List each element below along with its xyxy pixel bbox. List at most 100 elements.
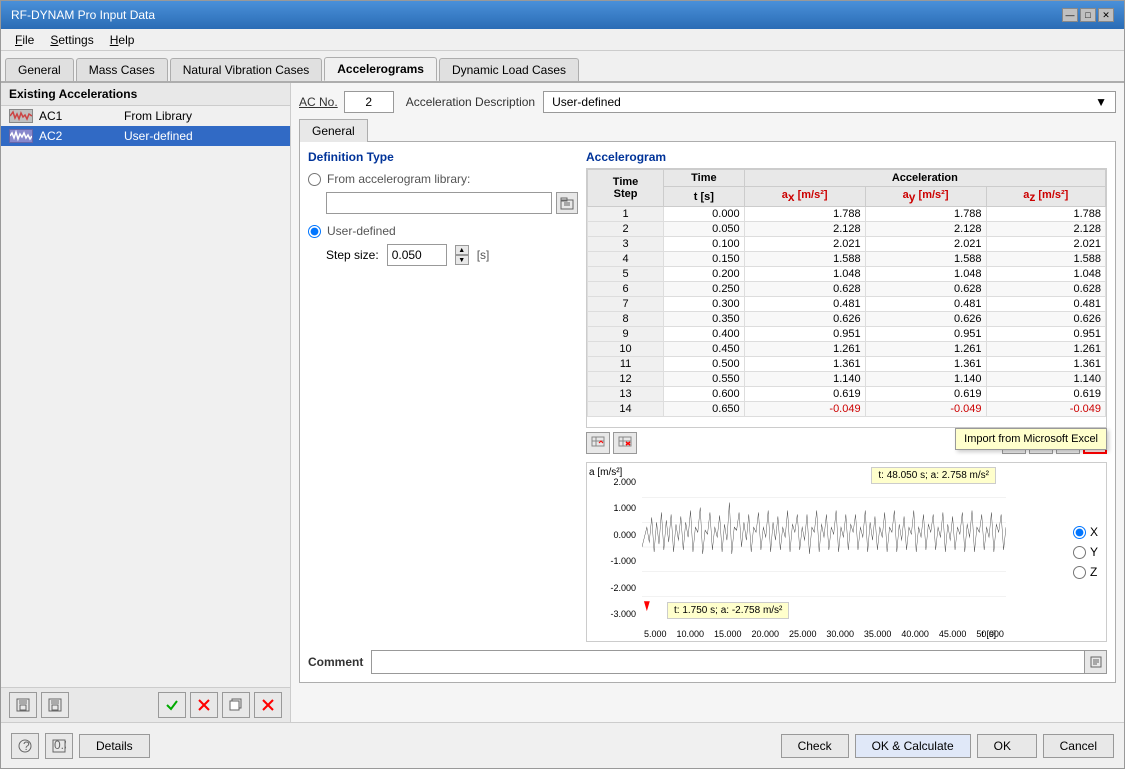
accelerogram-title: Accelerogram: [586, 150, 1107, 164]
spin-up-button[interactable]: ▲: [455, 245, 469, 255]
step-unit: [s]: [477, 248, 490, 262]
table-row[interactable]: 12 0.550 1.140 1.140 1.140: [588, 372, 1106, 387]
browse-button[interactable]: [556, 192, 578, 214]
table-row[interactable]: 9 0.400 0.951 0.951 0.951: [588, 327, 1106, 342]
cell-time: 0.600: [664, 387, 745, 402]
cell-ax: 1.788: [744, 207, 865, 222]
x-tick-2: 10.000: [676, 629, 704, 639]
delete-button[interactable]: [190, 692, 218, 718]
col-time-unit: t [s]: [664, 187, 745, 207]
comment-label: Comment: [308, 655, 363, 669]
ok-calc-button[interactable]: OK & Calculate: [855, 734, 971, 758]
cell-ay: 0.951: [865, 327, 986, 342]
minimize-button[interactable]: —: [1062, 8, 1078, 22]
cancel-button[interactable]: Cancel: [1043, 734, 1114, 758]
cell-time: 0.200: [664, 267, 745, 282]
cell-ax: 2.021: [744, 237, 865, 252]
definition-type-title: Definition Type: [308, 150, 578, 164]
table-row[interactable]: 3 0.100 2.021 2.021 2.021: [588, 237, 1106, 252]
y-radio[interactable]: [1073, 546, 1086, 559]
delete-red-button[interactable]: [254, 692, 282, 718]
x-tick-1: 5.000: [644, 629, 667, 639]
cell-az: -0.049: [986, 402, 1105, 417]
cell-ax: 2.128: [744, 222, 865, 237]
table-row[interactable]: 4 0.150 1.588 1.588 1.588: [588, 252, 1106, 267]
z-radio-row: Z: [1073, 565, 1098, 579]
table-row[interactable]: 8 0.350 0.626 0.626 0.626: [588, 312, 1106, 327]
ac-item-ac1[interactable]: AC1 From Library: [1, 106, 290, 126]
step-size-input[interactable]: [387, 244, 447, 266]
chart-svg: [642, 473, 1006, 621]
menu-file[interactable]: File: [7, 31, 42, 49]
cell-time: 0.500: [664, 357, 745, 372]
tab-dynamic-load[interactable]: Dynamic Load Cases: [439, 58, 579, 81]
user-defined-radio[interactable]: [308, 225, 321, 238]
cell-ax: 1.588: [744, 252, 865, 267]
table-row[interactable]: 13 0.600 0.619 0.619 0.619: [588, 387, 1106, 402]
z-radio[interactable]: [1073, 566, 1086, 579]
table-row[interactable]: 2 0.050 2.128 2.128 2.128: [588, 222, 1106, 237]
tab-general[interactable]: General: [5, 58, 74, 81]
cell-ax: 1.361: [744, 357, 865, 372]
cell-step: 1: [588, 207, 664, 222]
general-inner-tab[interactable]: General: [299, 119, 368, 142]
cell-time: 0.400: [664, 327, 745, 342]
table-row[interactable]: 6 0.250 0.628 0.628 0.628: [588, 282, 1106, 297]
menu-settings[interactable]: Settings: [42, 31, 101, 49]
cell-step: 7: [588, 297, 664, 312]
tab-accelerograms[interactable]: Accelerograms: [324, 57, 437, 81]
library-radio[interactable]: [308, 173, 321, 186]
help-button[interactable]: ?: [11, 733, 39, 759]
ok-button[interactable]: OK: [977, 734, 1037, 758]
y-radio-row: Y: [1073, 545, 1098, 559]
copy-button[interactable]: [222, 692, 250, 718]
cell-az: 0.619: [986, 387, 1105, 402]
bottom-bar: ? 0.0 Details Check OK & Calculate OK Ca…: [1, 722, 1124, 768]
cell-time: 0.450: [664, 342, 745, 357]
table-row[interactable]: 11 0.500 1.361 1.361 1.361: [588, 357, 1106, 372]
close-button[interactable]: ✕: [1098, 8, 1114, 22]
comment-pick-button[interactable]: [1084, 651, 1106, 673]
ac-no-row: AC No. 2 Acceleration Description User-d…: [299, 91, 1116, 113]
table-row[interactable]: 1 0.000 1.788 1.788 1.788: [588, 207, 1106, 222]
save-button[interactable]: [41, 692, 69, 718]
table-row[interactable]: 10 0.450 1.261 1.261 1.261: [588, 342, 1106, 357]
tab-natural-vibration[interactable]: Natural Vibration Cases: [170, 58, 323, 81]
details-button[interactable]: Details: [79, 734, 150, 758]
units-button[interactable]: 0.0: [45, 733, 73, 759]
x-tick-3: 15.000: [714, 629, 742, 639]
cell-ay: 0.628: [865, 282, 986, 297]
x-tick-6: 30.000: [826, 629, 854, 639]
cell-az: 0.951: [986, 327, 1105, 342]
cell-time: 0.100: [664, 237, 745, 252]
cell-ay: 1.361: [865, 357, 986, 372]
x-tick-4: 20.000: [751, 629, 779, 639]
col-az: az [m/s²]: [986, 187, 1105, 207]
save-all-button[interactable]: [9, 692, 37, 718]
table-row[interactable]: 5 0.200 1.048 1.048 1.048: [588, 267, 1106, 282]
table-delete-row-button[interactable]: [613, 432, 637, 454]
description-value[interactable]: User-defined ▼: [543, 91, 1116, 113]
cell-az: 0.628: [986, 282, 1105, 297]
step-spin-buttons: ▲ ▼: [455, 245, 469, 265]
menu-help[interactable]: Help: [102, 31, 143, 49]
table-add-row-button[interactable]: [586, 432, 610, 454]
check-button[interactable]: [158, 692, 186, 718]
user-defined-radio-row: User-defined: [308, 224, 578, 238]
spin-down-button[interactable]: ▼: [455, 255, 469, 265]
comment-input[interactable]: [372, 653, 1084, 671]
svg-text:0.0: 0.0: [54, 739, 66, 752]
table-row[interactable]: 14 0.650 -0.049 -0.049 -0.049: [588, 402, 1106, 417]
cell-step: 4: [588, 252, 664, 267]
cell-ax: 0.481: [744, 297, 865, 312]
x-radio[interactable]: [1073, 526, 1086, 539]
maximize-button[interactable]: □: [1080, 8, 1096, 22]
library-input-field[interactable]: [326, 192, 552, 214]
check-button-bottom[interactable]: Check: [781, 734, 849, 758]
tab-mass-cases[interactable]: Mass Cases: [76, 58, 168, 81]
accelerogram-table-container[interactable]: TimeStep Time Acceleration t [s] ax [m/s…: [586, 168, 1107, 428]
menu-bar: File Settings Help: [1, 29, 1124, 51]
ac-item-ac2[interactable]: AC2 User-defined: [1, 126, 290, 146]
table-row[interactable]: 7 0.300 0.481 0.481 0.481: [588, 297, 1106, 312]
main-content: Existing Accelerations AC1 From Library: [1, 83, 1124, 722]
